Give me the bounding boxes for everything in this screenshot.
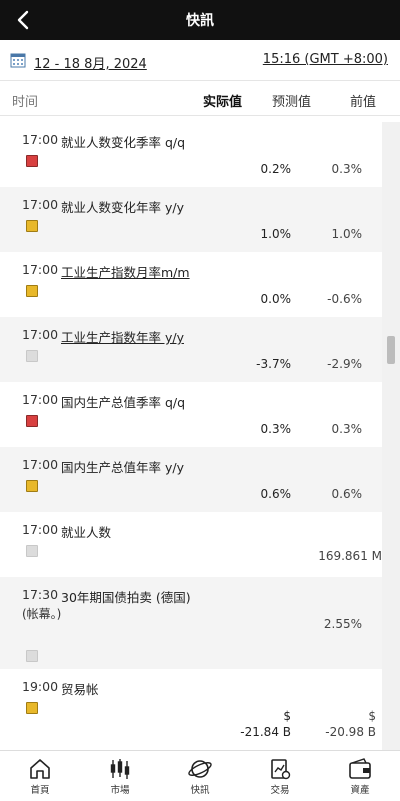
event-time: 17:00 [22,262,59,277]
nav-assets[interactable]: 資產 [320,753,400,801]
importance-indicator [26,285,38,297]
event-time: 17:00 [22,522,59,537]
column-forecast: 预测值 [272,95,312,110]
date-range-selector[interactable]: 12 - 18 8月, 2024 [34,53,147,72]
event-time: 17:00 [22,327,59,342]
nav-trade-label: 交易 [270,785,290,796]
event-note: (帐幕。) [22,607,62,621]
scrollbar-track[interactable] [382,122,400,750]
timezone-selector[interactable]: 15:16 (GMT +8:00) [263,52,388,67]
column-header: 时间 实际值 预测值 前值 [0,81,400,116]
event-row[interactable]: 17:00 就业人数 169.861 M [0,512,382,577]
nav-home-label: 首頁 [30,785,50,796]
event-previous: 1.0% [331,227,363,241]
importance-indicator [26,545,38,557]
page-title: 快訊 [186,13,214,29]
event-name[interactable]: 工业生产指数月率m/m [61,262,190,281]
event-row[interactable]: 17:30 (帐幕。) 30年期国债拍卖 (德国) 2.55% [0,577,382,669]
nav-market[interactable]: 市場 [80,753,160,801]
home-icon [30,759,50,779]
calendar-icon[interactable] [10,52,26,68]
event-time: 19:00 [22,679,59,694]
nav-trade[interactable]: 交易 [240,753,320,801]
event-forecast: -3.7% [256,357,291,371]
event-row[interactable]: 17:00 工业生产指数年率 y/y -3.7% -2.9% [0,317,382,382]
event-name: 国内生产总值季率 q/q [61,395,186,410]
importance-indicator [26,220,38,232]
nav-news[interactable]: 快訊 [160,753,240,801]
event-name: 30年期国债拍卖 (德国) [61,590,191,605]
event-list[interactable]: 17:00 就业人数变化季率 q/q 0.2% 0.3% 17:00 就业人数变… [0,122,382,750]
event-previous: 0.6% [331,487,363,501]
planet-icon [188,760,212,778]
nav-market-label: 市場 [110,785,130,796]
candlestick-icon [110,759,130,779]
event-forecast: $ -21.84 B [240,709,291,739]
trade-icon [271,759,291,780]
event-row[interactable]: 17:00 就业人数变化季率 q/q 0.2% 0.3% [0,122,382,187]
event-previous: 169.861 M [318,549,382,563]
event-forecast: 0.0% [260,292,292,306]
importance-indicator [26,702,38,714]
event-time: 17:00 [22,132,59,147]
column-time: 时间 [12,95,39,110]
event-name: 贸易帐 [61,682,99,697]
event-time: 17:00 [22,457,59,472]
column-actual: 实际值 [203,95,243,110]
event-previous: -2.9% [327,357,362,371]
event-forecast: 0.3% [260,422,292,436]
event-name: 国内生产总值年率 y/y [61,460,184,475]
event-row[interactable]: 17:00 就业人数变化年率 y/y 1.0% 1.0% [0,187,382,252]
event-previous: $ -20.98 B [325,709,376,739]
event-forecast: 1.0% [260,227,292,241]
event-previous: -0.6% [327,292,362,306]
importance-indicator [26,350,38,362]
nav-assets-label: 資產 [350,785,370,796]
event-previous: 2.55% [323,617,362,631]
scrollbar-thumb[interactable] [387,336,395,364]
event-time: 17:30 [22,587,59,602]
importance-indicator [26,650,38,662]
event-time: 17:00 [22,392,59,407]
event-row[interactable]: 17:00 工业生产指数月率m/m 0.0% -0.6% [0,252,382,317]
event-previous: 0.3% [331,422,363,436]
date-bar: 12 - 18 8月, 2024 15:16 (GMT +8:00) [0,40,400,81]
importance-indicator [26,155,38,167]
event-name: 就业人数变化季率 q/q [61,135,186,150]
event-name: 就业人数变化年率 y/y [61,200,184,215]
nav-home[interactable]: 首頁 [0,753,80,801]
event-row[interactable]: 19:00 贸易帐 $ -21.84 B $ -20.98 B [0,669,382,750]
event-name: 就业人数 [61,525,112,540]
bottom-nav: 首頁 市場 快訊 交易 資產 [0,750,400,801]
event-time: 17:00 [22,197,59,212]
event-name[interactable]: 工业生产指数年率 y/y [61,327,184,346]
event-forecast: 0.2% [260,162,292,176]
event-row[interactable]: 17:00 国内生产总值年率 y/y 0.6% 0.6% [0,447,382,512]
nav-news-label: 快訊 [190,785,210,796]
top-bar: 快訊 [0,0,400,40]
event-previous: 0.3% [331,162,363,176]
column-previous: 前值 [350,95,377,110]
wallet-icon [349,758,371,779]
event-row[interactable]: 17:00 国内生产总值季率 q/q 0.3% 0.3% [0,382,382,447]
event-forecast: 0.6% [260,487,292,501]
importance-indicator [26,415,38,427]
importance-indicator [26,480,38,492]
